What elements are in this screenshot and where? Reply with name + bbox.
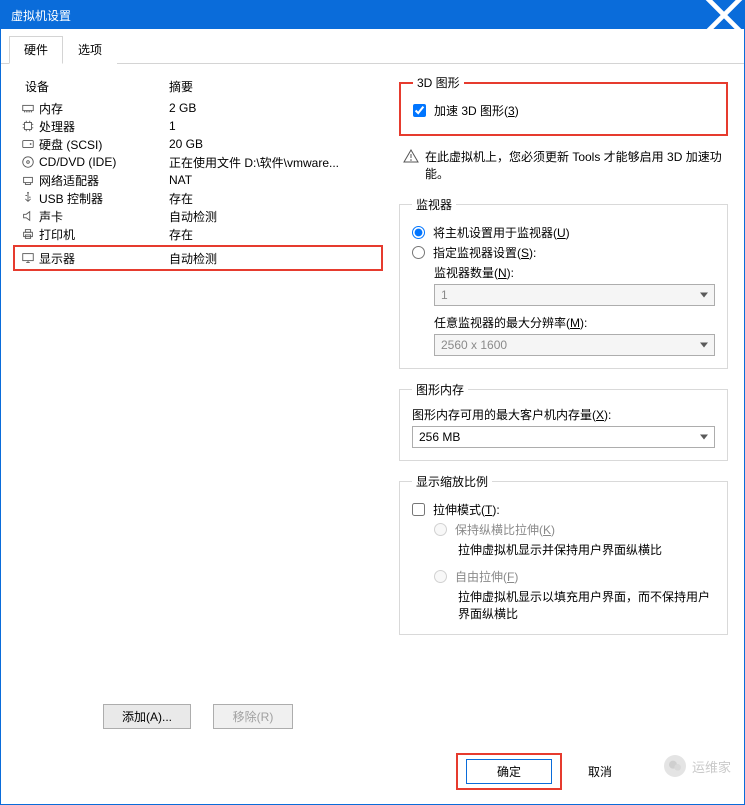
legend-3d: 3D 图形 bbox=[413, 74, 464, 91]
device-name: 声卡 bbox=[39, 208, 63, 225]
device-name: 内存 bbox=[39, 100, 63, 117]
device-summary: 存在 bbox=[169, 190, 377, 207]
radio-specify[interactable] bbox=[412, 246, 425, 259]
device-row-memory[interactable]: 内存 2 GB bbox=[13, 99, 383, 117]
label-max-resolution: 任意监视器的最大分辨率(M): bbox=[434, 314, 715, 331]
device-summary: 自动检测 bbox=[169, 250, 377, 267]
disc-icon bbox=[21, 155, 35, 169]
display-icon bbox=[21, 251, 35, 265]
device-row-processor[interactable]: 处理器 1 bbox=[13, 117, 383, 135]
ok-highlight: 确定 bbox=[456, 753, 562, 790]
printer-icon bbox=[21, 227, 35, 241]
group-monitors: 监视器 将主机设置用于监视器(U) 指定监视器设置(S): 监视器数量(N): … bbox=[399, 196, 728, 369]
checkbox-stretch-mode[interactable] bbox=[412, 503, 425, 516]
ok-button[interactable]: 确定 bbox=[466, 759, 552, 784]
add-device-button[interactable]: 添加(A)... bbox=[103, 704, 191, 729]
device-row-sound[interactable]: 声卡 自动检测 bbox=[13, 207, 383, 225]
group-3d-graphics: 3D 图形 加速 3D 图形(3) bbox=[399, 74, 728, 136]
legend-gmem: 图形内存 bbox=[412, 381, 468, 398]
device-name: 显示器 bbox=[39, 250, 75, 267]
warning-text: 在此虚拟机上，您必须更新 Tools 才能够启用 3D 加速功能。 bbox=[425, 148, 728, 182]
label-keep-ratio: 保持纵横比拉伸(K) bbox=[455, 521, 555, 538]
titlebar: 虚拟机设置 bbox=[1, 1, 744, 29]
device-panel: 设备 摘要 内存 2 GB 处理器 1 bbox=[13, 74, 383, 741]
dialog-buttons: 确定 取消 bbox=[1, 741, 744, 804]
device-name: 硬盘 (SCSI) bbox=[39, 136, 102, 153]
device-row-harddisk[interactable]: 硬盘 (SCSI) 20 GB bbox=[13, 135, 383, 153]
header-device: 设备 bbox=[19, 78, 169, 95]
warning-icon bbox=[403, 148, 419, 164]
header-summary: 摘要 bbox=[169, 78, 377, 95]
device-list: 内存 2 GB 处理器 1 硬盘 (SCSI) 20 bbox=[13, 99, 383, 696]
device-summary: 自动检测 bbox=[169, 208, 377, 225]
radio-use-host[interactable] bbox=[412, 226, 425, 239]
device-name: 处理器 bbox=[39, 118, 75, 135]
device-row-display[interactable]: 显示器 自动检测 bbox=[13, 245, 383, 271]
device-summary: 2 GB bbox=[169, 101, 377, 115]
wechat-icon bbox=[664, 755, 686, 777]
device-summary: 1 bbox=[169, 119, 377, 133]
radio-keep-ratio bbox=[434, 523, 447, 536]
device-name: 打印机 bbox=[39, 226, 75, 243]
device-row-usb[interactable]: USB 控制器 存在 bbox=[13, 189, 383, 207]
label-gmem: 图形内存可用的最大客户机内存量(X): bbox=[412, 406, 715, 423]
dialog-body: 设备 摘要 内存 2 GB 处理器 1 bbox=[1, 64, 744, 741]
cpu-icon bbox=[21, 119, 35, 133]
legend-monitors: 监视器 bbox=[412, 196, 456, 213]
settings-panel: 3D 图形 加速 3D 图形(3) 在此虚拟机上，您必须更新 Tools 才能够… bbox=[393, 74, 732, 741]
select-max-resolution: 2560 x 1600 bbox=[434, 334, 715, 356]
device-row-network[interactable]: 网络适配器 NAT bbox=[13, 171, 383, 189]
device-name: USB 控制器 bbox=[39, 190, 103, 207]
hdd-icon bbox=[21, 137, 35, 151]
desc-keep-ratio: 拉伸虚拟机显示并保持用户界面纵横比 bbox=[458, 541, 715, 558]
device-row-printer[interactable]: 打印机 存在 bbox=[13, 225, 383, 243]
watermark: 运维家 bbox=[664, 755, 731, 777]
memory-icon bbox=[21, 101, 35, 115]
checkbox-accel-3d[interactable] bbox=[413, 104, 426, 117]
group-graphics-memory: 图形内存 图形内存可用的最大客户机内存量(X): 256 MB bbox=[399, 381, 728, 461]
device-summary: 存在 bbox=[169, 226, 377, 243]
tab-options[interactable]: 选项 bbox=[63, 36, 117, 64]
tabs: 硬件 选项 bbox=[1, 29, 744, 64]
watermark-text: 运维家 bbox=[692, 757, 731, 776]
network-icon bbox=[21, 173, 35, 187]
tab-hardware[interactable]: 硬件 bbox=[9, 36, 63, 64]
label-monitor-count: 监视器数量(N): bbox=[434, 264, 715, 281]
label-specify: 指定监视器设置(S): bbox=[433, 244, 536, 261]
label-free-stretch: 自由拉伸(F) bbox=[455, 568, 518, 585]
label-stretch-mode: 拉伸模式(T): bbox=[433, 501, 500, 518]
sound-icon bbox=[21, 209, 35, 223]
select-graphics-memory[interactable]: 256 MB bbox=[412, 426, 715, 448]
remove-device-button: 移除(R) bbox=[213, 704, 293, 729]
device-row-cddvd[interactable]: CD/DVD (IDE) 正在使用文件 D:\软件\vmware... bbox=[13, 153, 383, 171]
legend-scale: 显示缩放比例 bbox=[412, 473, 492, 490]
device-summary: NAT bbox=[169, 173, 377, 187]
device-summary: 20 GB bbox=[169, 137, 377, 151]
radio-free-stretch bbox=[434, 570, 447, 583]
usb-icon bbox=[21, 191, 35, 205]
group-display-scaling: 显示缩放比例 拉伸模式(T): 保持纵横比拉伸(K) 拉伸虚拟机显示并保持用户界… bbox=[399, 473, 728, 635]
vm-settings-window: 虚拟机设置 硬件 选项 设备 摘要 内存 2 GB bbox=[0, 0, 745, 805]
desc-free-stretch: 拉伸虚拟机显示以填充用户界面，而不保持用户界面纵横比 bbox=[458, 588, 715, 622]
device-name: 网络适配器 bbox=[39, 172, 99, 189]
close-button[interactable] bbox=[704, 1, 744, 29]
label-accel-3d: 加速 3D 图形(3) bbox=[434, 102, 519, 119]
device-name: CD/DVD (IDE) bbox=[39, 155, 116, 169]
select-monitor-count: 1 bbox=[434, 284, 715, 306]
device-buttons: 添加(A)... 移除(R) bbox=[13, 696, 383, 741]
cancel-button[interactable]: 取消 bbox=[580, 760, 620, 783]
label-use-host: 将主机设置用于监视器(U) bbox=[433, 224, 570, 241]
device-table-header: 设备 摘要 bbox=[13, 74, 383, 99]
device-summary: 正在使用文件 D:\软件\vmware... bbox=[169, 154, 377, 171]
window-title: 虚拟机设置 bbox=[11, 7, 71, 24]
